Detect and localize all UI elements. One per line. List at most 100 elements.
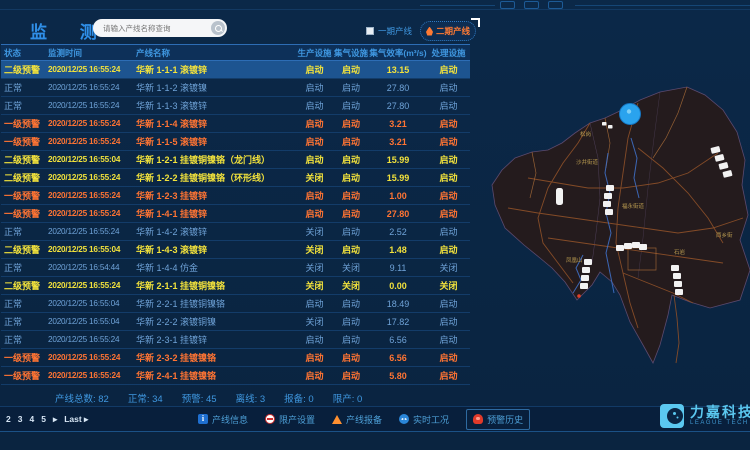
table-row[interactable]: 正常2020/12/25 16:55:24华新 1-1-3 滚镀锌启动启动27.…: [1, 97, 470, 115]
last-page-button[interactable]: Last ▸: [64, 414, 88, 425]
monitor-dashboard: 监 测 一期产线 二期产线 状态监测时间产线名称生产设施集气设施集气效率(m³/…: [0, 0, 750, 450]
summary-item-产线总数: 产线总数: 82: [55, 391, 109, 405]
cell-time: 2020/12/25 16:55:24: [46, 101, 134, 110]
cell-treatment-facility: 启动: [427, 153, 470, 166]
page-button[interactable]: 3: [18, 414, 23, 424]
cell-gas-efficiency: 13.15: [369, 65, 427, 75]
table-row[interactable]: 二级预警2020/12/25 16:55:04华新 1-4-3 滚镀锌关闭启动1…: [1, 241, 470, 259]
table-row[interactable]: 正常2020/12/25 16:55:24华新 2-3-1 挂镀锌启动启动6.5…: [1, 331, 470, 349]
summary-item-离线: 离线: 3: [236, 391, 266, 405]
table-row[interactable]: 一级预警2020/12/25 16:55:24华新 2-4-1 挂镀镍铬启动启动…: [1, 367, 470, 385]
cell-treatment-facility: 启动: [427, 81, 470, 94]
cell-treatment-facility: 启动: [427, 135, 470, 148]
cell-time: 2020/12/25 16:55:04: [46, 245, 134, 254]
cell-time: 2020/12/25 16:55:24: [46, 209, 134, 218]
cell-line-name: 华新 1-2-2 挂镀铜镍铬（环形线）: [134, 171, 296, 184]
table-row[interactable]: 一级预警2020/12/25 16:55:24华新 1-2-3 挂镀锌启动启动1…: [1, 187, 470, 205]
cell-production-facility: 关闭: [296, 171, 333, 184]
cell-treatment-facility: 启动: [427, 225, 470, 238]
table-row[interactable]: 一级预警2020/12/25 16:55:24华新 1-1-4 滚镀锌启动启动3…: [1, 115, 470, 133]
btn-realtime[interactable]: 实时工况: [399, 413, 449, 426]
table-row[interactable]: 一级预警2020/12/25 16:55:24华新 1-4-1 挂镀锌启动启动2…: [1, 205, 470, 223]
btn-report[interactable]: 产线报备: [332, 413, 382, 426]
cell-gas-collection: 启动: [333, 117, 369, 130]
cell-gas-efficiency: 3.21: [369, 119, 427, 129]
search-input[interactable]: [103, 24, 211, 33]
cell-status: 正常: [1, 315, 46, 328]
cell-gas-collection: 启动: [333, 153, 369, 166]
col-header: 生产设施: [296, 47, 333, 59]
cell-gas-efficiency: 27.80: [369, 83, 427, 93]
cell-gas-collection: 启动: [333, 315, 369, 328]
cell-line-name: 华新 1-4-4 仿金: [134, 261, 296, 274]
next-page-button[interactable]: ▸: [53, 414, 57, 425]
phase1-label: 一期产线: [378, 25, 412, 37]
cell-gas-efficiency: 27.80: [369, 209, 427, 219]
cell-treatment-facility: 启动: [427, 333, 470, 346]
table-row[interactable]: 正常2020/12/25 16:55:24华新 1-1-2 滚镀镍启动启动27.…: [1, 79, 470, 97]
toolbar-button-label: 限产设置: [279, 413, 315, 426]
toolbar: 产线信息 限产设置 产线报备 实时工况 预警历史: [198, 409, 530, 430]
cell-time: 2020/12/25 16:55:04: [46, 317, 134, 326]
cell-line-name: 华新 1-1-4 滚镀锌: [134, 117, 296, 130]
table-row[interactable]: 一级预警2020/12/25 16:55:24华新 1-1-5 滚镀锌启动启动3…: [1, 133, 470, 151]
alarm-icon: [473, 414, 483, 424]
cell-gas-efficiency: 15.99: [369, 155, 427, 165]
cell-gas-collection: 启动: [333, 243, 369, 256]
table-row[interactable]: 二级预警2020/12/25 16:55:04华新 1-2-1 挂镀铜镍铬（龙门…: [1, 151, 470, 169]
table-row[interactable]: 正常2020/12/25 16:55:04华新 2-2-2 滚镀铜镍关闭启动17…: [1, 313, 470, 331]
phase2-button[interactable]: 二期产线: [420, 21, 476, 41]
cell-treatment-facility: 关闭: [427, 279, 470, 292]
page-button[interactable]: 2: [6, 414, 11, 424]
col-header: 集气设施: [333, 47, 369, 59]
cell-treatment-facility: 关闭: [427, 261, 470, 274]
corner-bracket-icon: [471, 18, 480, 27]
toolbar-button-label: 产线报备: [346, 413, 382, 426]
cell-line-name: 华新 1-2-3 挂镀锌: [134, 189, 296, 202]
cell-treatment-facility: 启动: [427, 189, 470, 202]
cell-status: 一级预警: [1, 117, 46, 130]
table-row[interactable]: 二级预警2020/12/25 16:55:24华新 1-1-1 滚镀锌启动启动1…: [1, 61, 470, 79]
cell-line-name: 华新 1-1-2 滚镀镍: [134, 81, 296, 94]
summary-item-预警: 预警: 45: [182, 391, 217, 405]
search-icon[interactable]: [211, 21, 225, 35]
cell-status: 正常: [1, 333, 46, 346]
summary-row: 产线总数: 82正常: 34预警: 45离线: 3报备: 0限产: 0: [55, 391, 465, 405]
col-header: 集气效率(m³/s): [369, 47, 427, 59]
cell-status: 正常: [1, 225, 46, 238]
btn-info[interactable]: 产线信息: [198, 413, 248, 426]
table-row[interactable]: 正常2020/12/25 16:55:24华新 1-4-2 滚镀锌关闭启动2.5…: [1, 223, 470, 241]
monitor-table: 状态监测时间产线名称生产设施集气设施集气效率(m³/s)处理设施 二级预警202…: [1, 44, 470, 385]
cell-gas-collection: 启动: [333, 99, 369, 112]
cell-production-facility: 启动: [296, 333, 333, 346]
table-row[interactable]: 正常2020/12/25 16:55:04华新 2-2-1 挂镀铜镍铬启动启动1…: [1, 295, 470, 313]
table-row[interactable]: 二级预警2020/12/25 16:55:24华新 2-1-1 挂镀铜镍铬关闭关…: [1, 277, 470, 295]
cell-production-facility: 启动: [296, 297, 333, 310]
map-blue-marker[interactable]: [620, 104, 641, 125]
table-row[interactable]: 正常2020/12/25 16:54:44华新 1-4-4 仿金关闭关闭9.11…: [1, 259, 470, 277]
cell-gas-efficiency: 6.56: [369, 335, 427, 345]
cell-treatment-facility: 启动: [427, 207, 470, 220]
table-row[interactable]: 二级预警2020/12/25 16:55:24华新 1-2-2 挂镀铜镍铬（环形…: [1, 169, 470, 187]
cell-time: 2020/12/25 16:55:24: [46, 119, 134, 128]
phase1-checkbox[interactable]: 一期产线: [366, 25, 412, 37]
btn-alarm[interactable]: 预警历史: [466, 409, 530, 430]
page-button[interactable]: 5: [41, 414, 46, 424]
search-bar[interactable]: [93, 19, 227, 37]
cell-time: 2020/12/25 16:55:24: [46, 227, 134, 236]
map-district-label: 石岩: [674, 248, 686, 256]
btn-limit[interactable]: 限产设置: [265, 413, 315, 426]
cell-time: 2020/12/25 16:55:24: [46, 353, 134, 362]
toolbar-button-label: 预警历史: [487, 413, 523, 426]
cell-treatment-facility: 启动: [427, 171, 470, 184]
logo-subname: LEAGUE TECH: [690, 420, 750, 427]
cell-gas-collection: 启动: [333, 63, 369, 76]
cell-gas-collection: 关闭: [333, 279, 369, 292]
cell-line-name: 华新 2-3-2 挂镀镍铬: [134, 351, 296, 364]
checkbox-icon[interactable]: [366, 27, 374, 35]
limit-icon: [265, 414, 275, 424]
cell-time: 2020/12/25 16:55:24: [46, 83, 134, 92]
page-button[interactable]: 4: [29, 414, 34, 424]
district-map[interactable]: 松岗沙井街道福永街道西乡街石岩凤凰山: [488, 58, 750, 403]
table-row[interactable]: 一级预警2020/12/25 16:55:24华新 2-3-2 挂镀镍铬启动启动…: [1, 349, 470, 367]
